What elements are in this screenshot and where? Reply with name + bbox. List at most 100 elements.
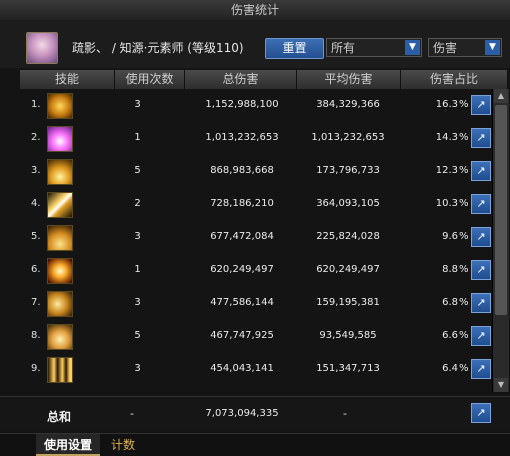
uses-cell: 1 bbox=[134, 132, 141, 143]
row-index: 3. bbox=[31, 165, 41, 176]
uses-cell: 2 bbox=[134, 198, 141, 209]
total-damage-cell: 728,186,210 bbox=[210, 198, 274, 209]
damage-share-cell: 6.8 bbox=[442, 297, 458, 308]
metric-select[interactable]: 伤害 ▼ bbox=[428, 38, 502, 57]
total-damage-cell: 868,983,668 bbox=[210, 165, 274, 176]
avg-damage-cell: 1,013,232,653 bbox=[311, 132, 385, 143]
col-total[interactable]: 总伤害 bbox=[185, 70, 297, 89]
percent-sign: % bbox=[459, 231, 469, 242]
totals-damage: 7,073,094,335 bbox=[205, 408, 279, 419]
table-row[interactable]: 5. 3 677,472,084 225,824,028 9.6 % ↗ bbox=[0, 221, 492, 254]
total-damage-cell: 620,249,497 bbox=[210, 264, 274, 275]
avg-damage-cell: 93,549,585 bbox=[319, 330, 377, 341]
col-skill[interactable]: 技能 bbox=[20, 70, 115, 89]
avg-damage-cell: 151,347,713 bbox=[316, 363, 380, 374]
skill-list: 1. 3 1,152,988,100 384,329,366 16.3 % ↗ … bbox=[0, 89, 492, 392]
uses-cell: 3 bbox=[134, 297, 141, 308]
skill-icon bbox=[47, 225, 73, 251]
skill-icon bbox=[47, 324, 73, 350]
col-pct[interactable]: 伤害占比 bbox=[401, 70, 508, 89]
percent-sign: % bbox=[459, 264, 469, 275]
scope-select[interactable]: 所有 ▼ bbox=[326, 38, 422, 57]
totals-avg: - bbox=[343, 407, 347, 420]
uses-cell: 3 bbox=[134, 231, 141, 242]
total-damage-cell: 1,013,232,653 bbox=[205, 132, 279, 143]
column-headers: 技能 使用次数 总伤害 平均伤害 伤害占比 bbox=[0, 70, 510, 89]
character-name: 疏影、 / 知源·元素师 (等级110) bbox=[72, 41, 244, 55]
total-damage-cell: 477,586,144 bbox=[210, 297, 274, 308]
uses-cell: 5 bbox=[134, 330, 141, 341]
avg-damage-cell: 173,796,733 bbox=[316, 165, 380, 176]
percent-sign: % bbox=[459, 330, 469, 341]
table-row[interactable]: 3. 5 868,983,668 173,796,733 12.3 % ↗ bbox=[0, 155, 492, 188]
table-row[interactable]: 6. 1 620,249,497 620,249,497 8.8 % ↗ bbox=[0, 254, 492, 287]
share-icon[interactable]: ↗ bbox=[471, 227, 491, 247]
scroll-thumb[interactable] bbox=[495, 105, 507, 315]
uses-cell: 3 bbox=[134, 363, 141, 374]
metric-select-value: 伤害 bbox=[433, 41, 458, 55]
damage-share-cell: 9.6 bbox=[442, 231, 458, 242]
table-row[interactable]: 1. 3 1,152,988,100 384,329,366 16.3 % ↗ bbox=[0, 89, 492, 122]
row-index: 6. bbox=[31, 264, 41, 275]
totals-label: 总和 bbox=[47, 410, 72, 424]
tab-count[interactable]: 计数 bbox=[111, 434, 135, 456]
percent-sign: % bbox=[459, 363, 469, 374]
row-index: 8. bbox=[31, 330, 41, 341]
row-index: 4. bbox=[31, 198, 41, 209]
scroll-up-icon[interactable]: ▲ bbox=[494, 89, 508, 103]
bottom-tabs: 使用设置 计数 bbox=[0, 433, 510, 456]
scope-select-value: 所有 bbox=[331, 41, 356, 55]
row-index: 7. bbox=[31, 297, 41, 308]
total-damage-cell: 454,043,141 bbox=[210, 363, 274, 374]
character-avatar bbox=[26, 32, 58, 64]
skill-icon bbox=[47, 192, 73, 218]
percent-sign: % bbox=[459, 99, 469, 110]
share-icon[interactable]: ↗ bbox=[471, 128, 491, 148]
table-row[interactable]: 2. 1 1,013,232,653 1,013,232,653 14.3 % … bbox=[0, 122, 492, 155]
share-icon[interactable]: ↗ bbox=[471, 260, 491, 280]
share-icon[interactable]: ↗ bbox=[471, 403, 491, 423]
row-index: 1. bbox=[31, 99, 41, 110]
damage-share-cell: 6.4 bbox=[442, 363, 458, 374]
skill-icon bbox=[47, 159, 73, 185]
col-uses[interactable]: 使用次数 bbox=[115, 70, 185, 89]
chevron-down-icon: ▼ bbox=[485, 40, 500, 55]
total-damage-cell: 467,747,925 bbox=[210, 330, 274, 341]
percent-sign: % bbox=[459, 165, 469, 176]
damage-share-cell: 10.3 bbox=[435, 198, 458, 209]
row-index: 9. bbox=[31, 363, 41, 374]
reset-button[interactable]: 重置 bbox=[265, 38, 324, 59]
avg-damage-cell: 364,093,105 bbox=[316, 198, 380, 209]
avg-damage-cell: 225,824,028 bbox=[316, 231, 380, 242]
table-row[interactable]: 7. 3 477,586,144 159,195,381 6.8 % ↗ bbox=[0, 287, 492, 320]
share-icon[interactable]: ↗ bbox=[471, 194, 491, 214]
window-title: 伤害统计 bbox=[0, 0, 510, 21]
share-icon[interactable]: ↗ bbox=[471, 293, 491, 313]
totals-uses: - bbox=[130, 407, 134, 420]
damage-stats-window: 伤害统计 疏影、 / 知源·元素师 (等级110) 重置 所有 ▼ 伤害 ▼ 技… bbox=[0, 0, 510, 456]
avg-damage-cell: 384,329,366 bbox=[316, 99, 380, 110]
damage-share-cell: 14.3 bbox=[435, 132, 458, 143]
scrollbar[interactable]: ▲ ▼ bbox=[492, 89, 509, 392]
scroll-down-icon[interactable]: ▼ bbox=[494, 378, 508, 392]
table-row[interactable]: 4. 2 728,186,210 364,093,105 10.3 % ↗ bbox=[0, 188, 492, 221]
row-index: 5. bbox=[31, 231, 41, 242]
uses-cell: 3 bbox=[134, 99, 141, 110]
skill-icon bbox=[47, 258, 73, 284]
share-icon[interactable]: ↗ bbox=[471, 359, 491, 379]
share-icon[interactable]: ↗ bbox=[471, 161, 491, 181]
skill-icon bbox=[47, 126, 73, 152]
total-damage-cell: 1,152,988,100 bbox=[205, 99, 279, 110]
col-avg[interactable]: 平均伤害 bbox=[297, 70, 401, 89]
chevron-down-icon: ▼ bbox=[405, 40, 420, 55]
tab-usage-settings[interactable]: 使用设置 bbox=[36, 434, 100, 456]
share-icon[interactable]: ↗ bbox=[471, 326, 491, 346]
table-row[interactable]: 8. 5 467,747,925 93,549,585 6.6 % ↗ bbox=[0, 320, 492, 353]
share-icon[interactable]: ↗ bbox=[471, 95, 491, 115]
uses-cell: 5 bbox=[134, 165, 141, 176]
table-row[interactable]: 9. 3 454,043,141 151,347,713 6.4 % ↗ bbox=[0, 353, 492, 386]
row-index: 2. bbox=[31, 132, 41, 143]
avg-damage-cell: 159,195,381 bbox=[316, 297, 380, 308]
uses-cell: 1 bbox=[134, 264, 141, 275]
damage-share-cell: 8.8 bbox=[442, 264, 458, 275]
